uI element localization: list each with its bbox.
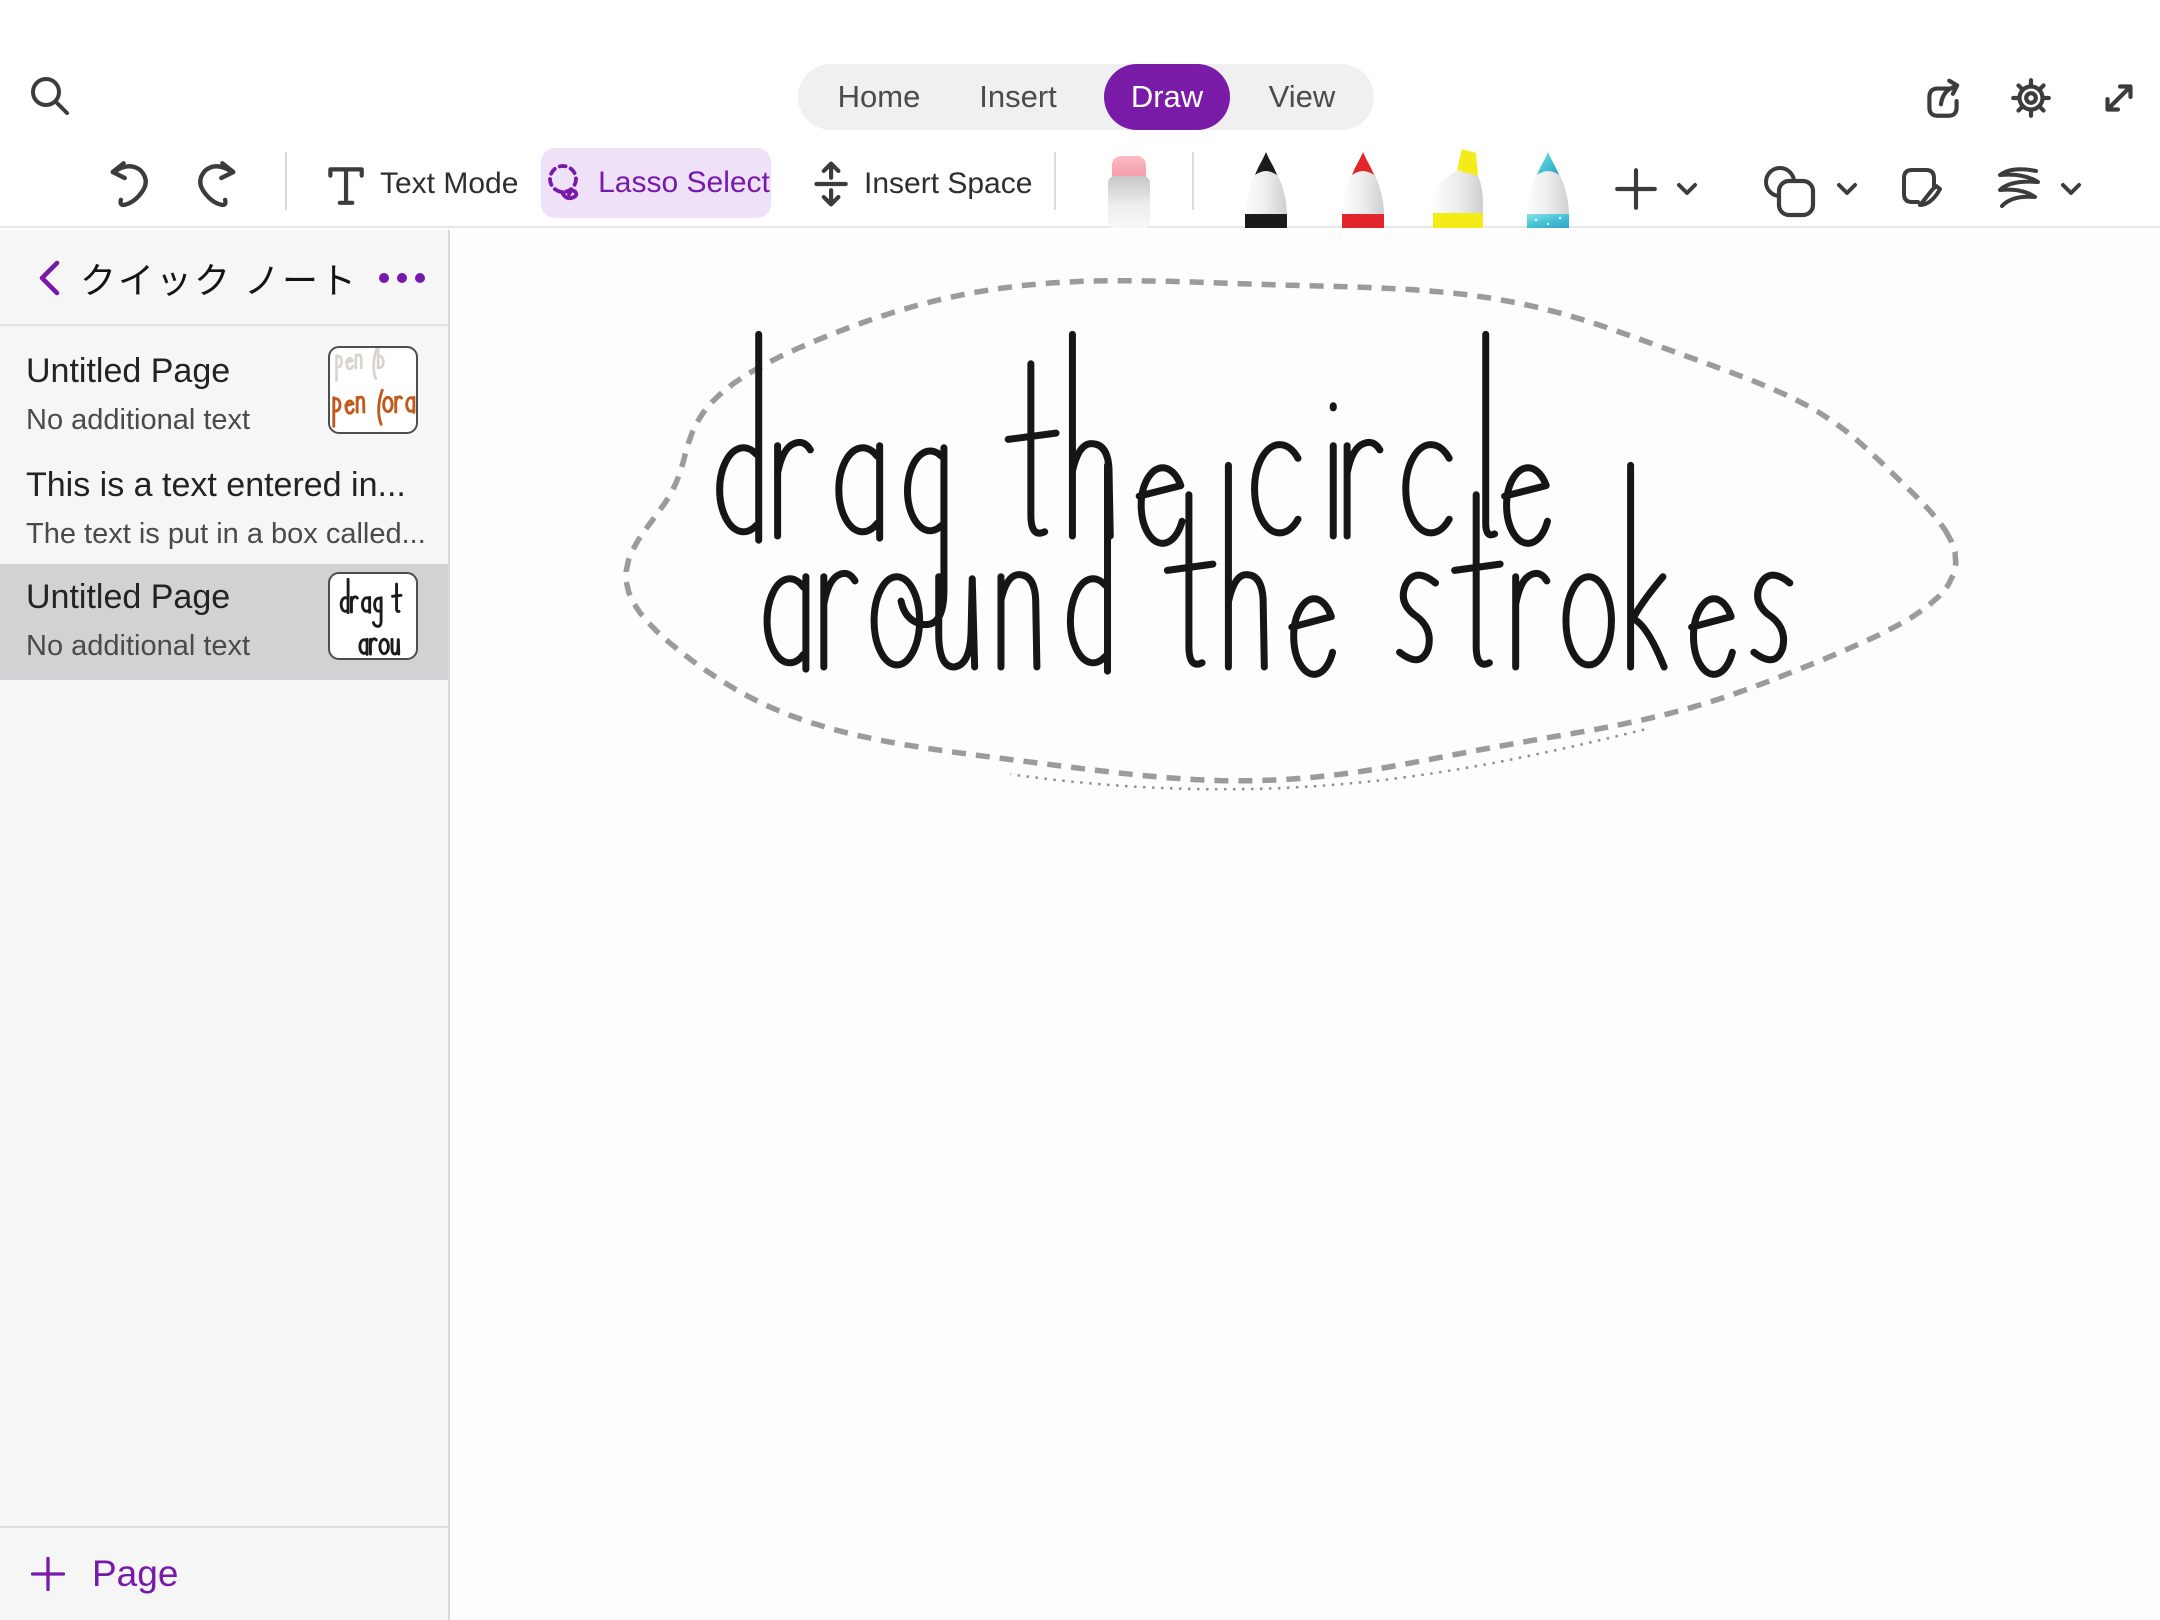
ink-effects-squiggle-icon [1988,164,2044,214]
add-page-button[interactable]: Page [0,1526,448,1620]
ellipsis-icon [374,256,430,300]
eraser-icon [1106,156,1152,228]
pen-red[interactable] [1337,144,1389,228]
tab-draw-label: Draw [1131,79,1203,115]
page-subtitle: No additional text [26,404,250,437]
text-mode-label: Text Mode [380,167,518,201]
chevron-down-icon [1834,178,1860,200]
redo-button[interactable] [194,160,242,208]
shapes-button[interactable] [1760,162,1818,218]
top-right-actions [1920,75,2142,121]
insert-space-label: Insert Space [864,167,1032,201]
page-list-sidebar: クイック ノート Untitled Page No additional tex… [0,230,450,1620]
page-thumbnail [328,572,418,660]
fullscreen-button[interactable] [2096,75,2142,121]
eraser-tool[interactable] [1106,156,1152,228]
page-list-item-selected[interactable]: Untitled Page No additional text [0,564,448,680]
page-thumbnail [328,346,418,434]
settings-button[interactable] [2008,75,2054,121]
tab-draw[interactable]: Draw [1104,64,1230,130]
pen-gallery-chevron[interactable] [1674,178,1700,200]
ink-annotation-icon [1896,162,1948,214]
onenote-app: Home Insert Draw View [0,0,2160,1620]
ribbon-divider [1054,152,1056,210]
search-button[interactable] [26,72,74,120]
settings-gear-icon [2008,75,2054,121]
page-list-item[interactable]: Untitled Page No additional text [0,338,448,452]
pen-black-icon [1240,144,1292,228]
expand-icon [2096,75,2142,121]
add-page-label: Page [92,1553,178,1595]
chevron-down-icon [1674,178,1700,200]
page-title: This is a text entered in... [26,466,406,505]
insert-space-icon [806,161,852,207]
draw-ribbon: Text Mode Lasso Select Insert Space [0,128,2160,228]
shapes-chevron[interactable] [1834,178,1860,200]
tab-home-label: Home [838,79,921,115]
page-list-item[interactable]: This is a text entered in... The text is… [0,452,448,564]
lasso-select-button[interactable]: Lasso Select [541,148,771,218]
pen-teal[interactable] [1522,144,1574,228]
tab-view[interactable]: View [1244,64,1360,130]
page-subtitle: No additional text [26,630,250,663]
ribbon-tab-bar: Home Insert Draw View [798,64,1374,130]
highlighter-yellow[interactable] [1426,144,1488,228]
add-pen-button[interactable] [1613,166,1659,212]
ribbon-divider [1192,152,1194,210]
share-icon [1920,75,1966,121]
ink-strokes-layer[interactable] [452,230,2160,1620]
tab-view-label: View [1269,79,1336,115]
tab-insert[interactable]: Insert [953,64,1083,130]
lasso-select-label: Lasso Select [598,166,770,200]
ribbon-divider [285,152,287,210]
search-icon [26,72,74,120]
page-thumbnail-ink [330,574,416,658]
redo-icon [194,160,242,208]
page-title: Untitled Page [26,578,230,617]
plus-icon [1613,166,1659,212]
tab-insert-label: Insert [979,79,1057,115]
sidebar-header: クイック ノート [0,230,448,326]
undo-icon [104,160,152,208]
page-subtitle: The text is put in a box called... [26,518,426,551]
plus-icon [28,1554,68,1594]
undo-button[interactable] [104,160,152,208]
ink-effects-chevron[interactable] [2058,178,2084,200]
tab-home[interactable]: Home [814,64,944,130]
pen-red-icon [1337,144,1389,228]
insert-space-button[interactable]: Insert Space [806,150,1032,218]
notebook-section-title: クイック ノート [70,230,368,326]
page-thumbnail-ink [330,348,416,432]
back-button[interactable] [30,256,74,300]
back-chevron-icon [30,256,74,300]
highlighter-yellow-icon [1426,144,1488,228]
chevron-down-icon [2058,178,2084,200]
pen-teal-icon [1522,144,1574,228]
note-canvas[interactable] [452,230,2160,1620]
shapes-icon [1760,162,1818,218]
page-title: Untitled Page [26,352,230,391]
ink-annotation-button[interactable] [1896,162,1948,214]
pen-black[interactable] [1240,144,1292,228]
section-menu-button[interactable] [374,256,430,300]
text-mode-button[interactable]: Text Mode [322,150,518,218]
lasso-icon [542,160,586,206]
share-button[interactable] [1920,75,1966,121]
text-mode-icon [322,161,368,207]
ink-effects-button[interactable] [1988,164,2044,214]
